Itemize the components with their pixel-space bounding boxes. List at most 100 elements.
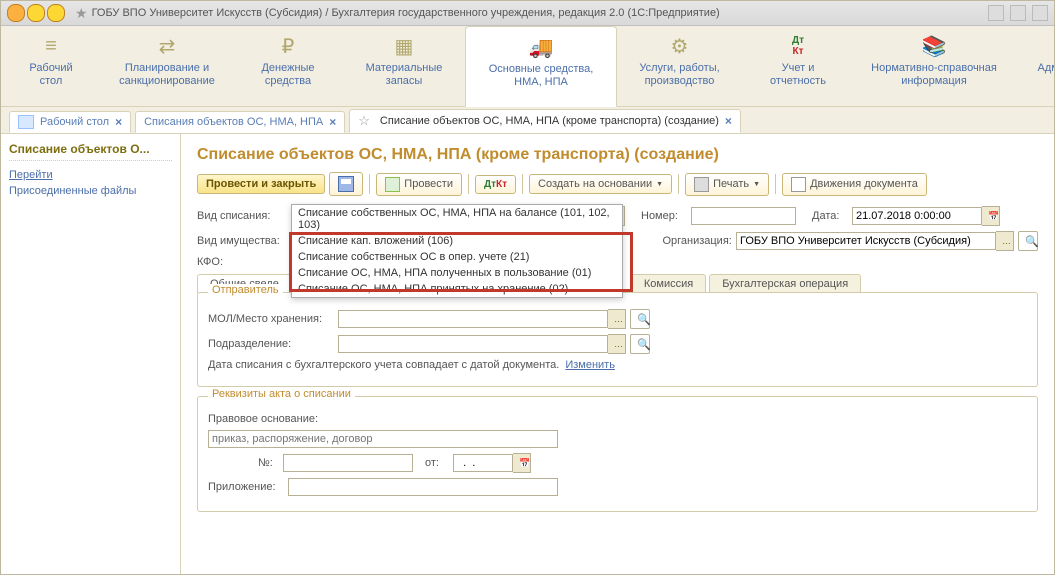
close-icon[interactable]: × (115, 115, 122, 129)
books-icon: 📚 (922, 34, 947, 58)
mol-field[interactable] (338, 310, 608, 328)
dropdown-option[interactable]: Списание собственных ОС, НМА, НПА на бал… (292, 205, 622, 233)
window-controls (7, 4, 65, 22)
close-icon[interactable]: × (725, 114, 732, 128)
group-act: Реквизиты акта о списании Правовое основ… (197, 396, 1038, 512)
sections-bar: ≡ Рабочий стол ⇄ Планирование и санкцион… (1, 26, 1054, 107)
date-field[interactable] (852, 207, 982, 225)
organization-field[interactable] (736, 232, 996, 250)
select-button[interactable]: … (608, 334, 626, 354)
dtkt-icon: ДᴛКᴛ (484, 179, 507, 190)
post-and-close-button[interactable]: Провести и закрыть (197, 174, 325, 194)
select-button[interactable]: … (996, 231, 1014, 251)
number-field[interactable] (691, 207, 796, 225)
dropdown-option[interactable]: Списание ОС, НМА, НПА полученных в польз… (292, 265, 622, 281)
movements-button[interactable]: Движения документа (782, 173, 927, 196)
maximize-window-icon[interactable] (47, 4, 65, 22)
section-label: Администрирование (1038, 62, 1055, 75)
calc-icon[interactable] (988, 5, 1004, 21)
nav-goto[interactable]: Перейти (9, 169, 172, 181)
department-field[interactable] (338, 335, 608, 353)
command-bar: Провести и закрыть Провести ДᴛКᴛ Создать… (197, 172, 1038, 196)
section-accounting[interactable]: ДᴛКᴛ Учет и отчетность (743, 26, 854, 106)
chevron-down-icon: ▼ (656, 181, 663, 188)
section-label: Услуги, работы, производство (639, 62, 719, 87)
title-bar-buttons (988, 5, 1048, 21)
attachment-field[interactable] (288, 478, 558, 496)
change-link[interactable]: Изменить (565, 359, 615, 371)
section-desktop[interactable]: ≡ Рабочий стол (1, 26, 102, 106)
label-no: №: (258, 457, 283, 469)
row-number-ot: №: от: 📅 (208, 453, 1027, 473)
dropdown-option[interactable]: Списание кап. вложений (106) (292, 233, 622, 249)
section-label: Планирование и санкционирование (119, 62, 215, 87)
page-title: Списание объектов ОС, НМА, НПА (кроме тр… (197, 146, 1038, 164)
date-picker-button[interactable]: 📅 (982, 206, 1000, 226)
section-admin[interactable]: ⚙ Администрирование (1015, 26, 1055, 106)
main-area: Списание объектов О... Перейти Присоедин… (1, 134, 1054, 574)
select-button[interactable]: … (608, 309, 626, 329)
vid-spisaniya-dropdown[interactable]: Списание собственных ОС, НМА, НПА на бал… (291, 204, 623, 298)
cards-icon[interactable] (1032, 5, 1048, 21)
label-attachment: Приложение: (208, 481, 288, 493)
favorite-star-icon[interactable]: ★ (75, 5, 88, 22)
favorite-star-icon[interactable]: ☆ (358, 113, 370, 129)
print-icon[interactable] (1010, 5, 1026, 21)
group-title-act: Реквизиты акта о списании (208, 388, 355, 400)
separator (468, 174, 469, 194)
form-panel: Списание объектов ОС, НМА, НПА (кроме тр… (181, 134, 1054, 574)
post-icon (385, 177, 400, 192)
section-label: Основные средства, НМА, НПА (489, 63, 594, 88)
save-icon (338, 176, 354, 192)
section-label: Учет и отчетность (770, 62, 826, 87)
navigation-panel: Списание объектов О... Перейти Присоедин… (1, 134, 181, 574)
chevron-down-icon: ▼ (753, 181, 760, 188)
act-date-field[interactable] (453, 454, 513, 472)
legal-basis-field[interactable] (208, 430, 558, 448)
tab-label: Рабочий стол (40, 116, 109, 128)
section-nsi[interactable]: 📚 Нормативно-справочная информация (854, 26, 1015, 106)
tabs-bar: Рабочий стол × Списания объектов ОС, НМА… (1, 107, 1054, 134)
minimize-window-icon[interactable] (27, 4, 45, 22)
print-button[interactable]: Печать ▼ (685, 173, 769, 196)
section-stock[interactable]: ▦ Материальные запасы (344, 26, 465, 106)
tab-commission[interactable]: Комиссия (631, 274, 706, 293)
label-date: Дата: (812, 210, 852, 222)
print-icon (694, 177, 709, 192)
button-label: Создать на основании (538, 178, 652, 190)
save-button[interactable] (329, 172, 363, 196)
close-window-icon[interactable] (7, 4, 25, 22)
button-label: Провести (404, 178, 453, 190)
separator (369, 174, 370, 194)
tab-accounting-op[interactable]: Бухгалтерская операция (709, 274, 861, 293)
section-fixed-assets[interactable]: 🚚 Основные средства, НМА, НПА (465, 26, 617, 107)
post-button[interactable]: Провести (376, 173, 462, 196)
date-picker-button[interactable]: 📅 (513, 453, 531, 473)
section-money[interactable]: ₽ Денежные средства (233, 26, 344, 106)
close-icon[interactable]: × (329, 115, 336, 129)
tab-label: Списания объектов ОС, НМА, НПА (144, 116, 323, 128)
nav-attached-files[interactable]: Присоединенные файлы (9, 185, 172, 197)
button-label: Печать (713, 178, 749, 190)
open-button[interactable]: 🔍 (1018, 231, 1038, 251)
dropdown-option[interactable]: Списание собственных ОС в опер. учете (2… (292, 249, 622, 265)
create-based-button[interactable]: Создать на основании ▼ (529, 174, 672, 194)
truck-icon: 🚚 (529, 35, 554, 59)
stock-icon: ▦ (395, 34, 414, 58)
button-label: Движения документа (810, 178, 918, 190)
group-sender: Отправитель МОЛ/Место хранения: … 🔍 Подр… (197, 292, 1038, 387)
tab-desktop[interactable]: Рабочий стол × (9, 111, 131, 133)
movements-icon (791, 177, 806, 192)
act-number-field[interactable] (283, 454, 413, 472)
open-button[interactable]: 🔍 (630, 334, 650, 354)
desktop-tab-icon (18, 115, 34, 129)
group-title-sender: Отправитель (208, 284, 283, 296)
section-services[interactable]: ⚙ Услуги, работы, производство (617, 26, 743, 106)
open-button[interactable]: 🔍 (630, 309, 650, 329)
dtkt-button[interactable]: ДᴛКᴛ (475, 175, 516, 194)
dropdown-option[interactable]: Списание ОС, НМА, НПА принятых на хранен… (292, 281, 622, 297)
tab-list[interactable]: Списания объектов ОС, НМА, НПА × (135, 111, 345, 133)
tab-document[interactable]: ☆ Списание объектов ОС, НМА, НПА (кроме … (349, 109, 741, 133)
section-planning[interactable]: ⇄ Планирование и санкционирование (102, 26, 233, 106)
section-label: Нормативно-справочная информация (871, 62, 997, 87)
